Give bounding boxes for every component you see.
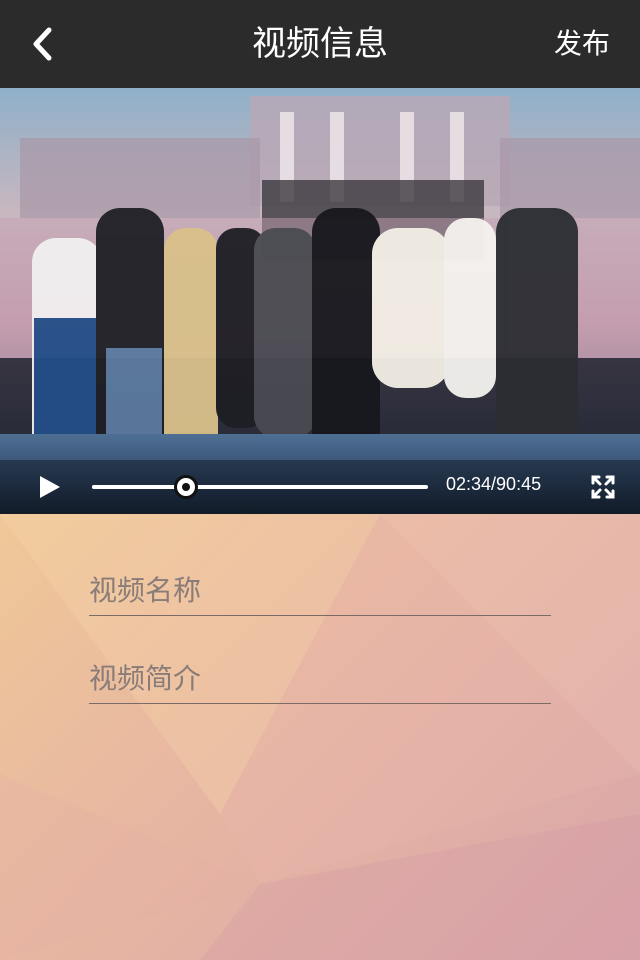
video-description-input[interactable] [89,662,551,695]
time-display: 02:34/90:45 [446,474,542,494]
publish-button[interactable]: 发布 [554,0,610,88]
top-bar: 视频信息 发布 [0,0,640,88]
progress-fill [92,485,187,489]
fullscreen-icon[interactable] [590,474,616,500]
progress-handle[interactable] [174,475,199,499]
video-description-field[interactable] [89,616,551,704]
video-name-field[interactable] [89,528,551,616]
play-icon[interactable] [34,472,64,502]
video-controls: 02:34/90:45 [0,460,640,514]
form-area [0,514,640,960]
progress-bar[interactable] [92,475,428,499]
video-name-input[interactable] [89,574,551,607]
video-player[interactable]: 02:34/90:45 [0,88,640,514]
page-title: 视频信息 [252,24,388,64]
